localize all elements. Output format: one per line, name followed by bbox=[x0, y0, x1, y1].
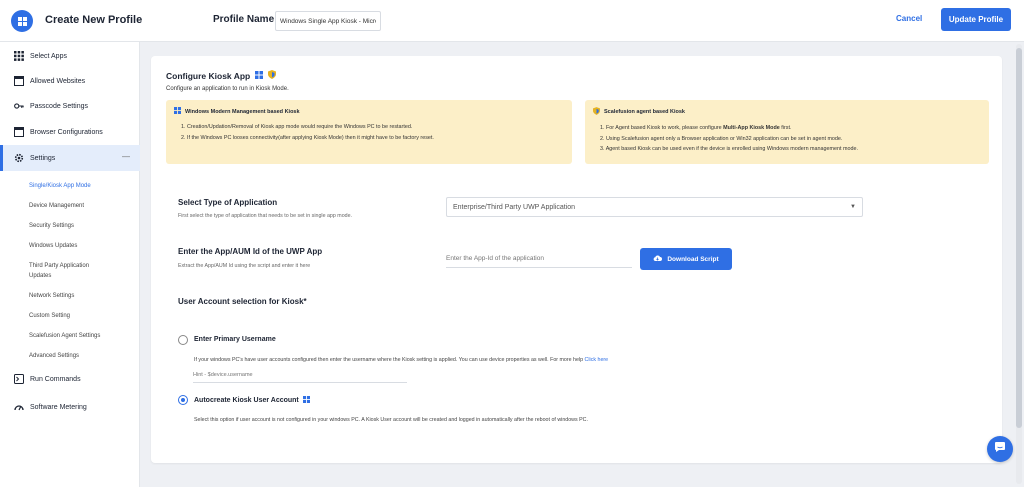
windows-logo-icon bbox=[302, 396, 310, 405]
note-item: 2. If the Windows PC looses connectivity… bbox=[181, 134, 434, 141]
gauge-icon bbox=[14, 402, 24, 412]
sidebar-item-label: Settings bbox=[30, 154, 56, 162]
download-script-button[interactable]: Download Script bbox=[640, 248, 732, 270]
cancel-button[interactable]: Cancel bbox=[896, 14, 922, 23]
note-title: Scalefusion agent based Kiosk bbox=[604, 109, 685, 115]
sidebar-subitem-device-management[interactable]: Device Management bbox=[29, 201, 129, 211]
app-id-input[interactable] bbox=[446, 250, 632, 268]
sidebar-item-label: Browser Configurations bbox=[30, 128, 103, 136]
sidebar-subitem-windows-updates[interactable]: Windows Updates bbox=[29, 241, 129, 251]
primary-username-help: If your windows PC's have user accounts … bbox=[194, 357, 609, 363]
app-id-help: Extract the App/AUM Id using the script … bbox=[178, 263, 311, 269]
sidebar-subitem-custom-setting[interactable]: Custom Setting bbox=[29, 311, 129, 321]
radio-autocreate-account[interactable] bbox=[178, 395, 188, 405]
sidebar-subitem-single-kiosk[interactable]: Single/Kiosk App Mode bbox=[29, 181, 129, 191]
select-type-title: Select Type of Application bbox=[178, 198, 278, 207]
note-item: 1. Creation/Updation/Removal of Kiosk ap… bbox=[181, 124, 413, 130]
note-item: 1. For Agent based Kiosk to work, please… bbox=[600, 125, 792, 131]
browser-window-icon bbox=[14, 127, 24, 137]
sidebar-item-label: Software Metering bbox=[30, 403, 87, 411]
sidebar-item-label: Select Apps bbox=[30, 52, 67, 60]
autocreate-account-help: Select this option if user account is no… bbox=[194, 417, 588, 423]
section-title: Configure Kiosk App bbox=[166, 70, 277, 81]
page-scrollbar[interactable] bbox=[1016, 44, 1022, 484]
note-title: Windows Modern Management based Kiosk bbox=[185, 108, 300, 115]
terminal-icon bbox=[14, 374, 24, 384]
sidebar-item-label: Passcode Settings bbox=[30, 102, 88, 110]
configure-kiosk-card: Configure Kiosk App Configure an applica… bbox=[151, 56, 1002, 463]
sidebar-item-allowed-websites[interactable]: Allowed Websites bbox=[0, 69, 140, 93]
scrollbar-thumb[interactable] bbox=[1016, 48, 1022, 428]
update-profile-button[interactable]: Update Profile bbox=[941, 8, 1011, 31]
primary-username-label: Enter Primary Username bbox=[194, 336, 276, 343]
sidebar-subitem-third-party-updates[interactable]: Third Party Application Updates bbox=[29, 261, 109, 281]
sidebar-item-browser-configurations[interactable]: Browser Configurations bbox=[0, 120, 140, 144]
top-header: Create New Profile Profile Name Cancel U… bbox=[0, 0, 1024, 42]
username-hint-input[interactable] bbox=[193, 367, 407, 383]
sidebar-item-select-apps[interactable]: Select Apps bbox=[0, 44, 140, 68]
scalefusion-shield-icon bbox=[593, 107, 600, 117]
windows-logo-icon bbox=[11, 10, 33, 32]
scalefusion-shield-icon bbox=[268, 70, 277, 81]
sidebar-item-software-metering[interactable]: Software Metering bbox=[0, 395, 140, 419]
select-value: Enterprise/Third Party UWP Application bbox=[453, 203, 576, 211]
user-account-title: User Account selection for Kiosk* bbox=[178, 297, 307, 306]
windows-logo-icon bbox=[174, 107, 181, 116]
app-id-title: Enter the App/AUM Id of the UWP App bbox=[178, 247, 323, 256]
section-subtitle: Configure an application to run in Kiosk… bbox=[166, 86, 289, 92]
key-icon bbox=[14, 101, 24, 111]
gear-icon bbox=[14, 153, 24, 163]
sidebar-subitem-advanced-settings[interactable]: Advanced Settings bbox=[29, 351, 129, 361]
chat-bubble-icon bbox=[994, 440, 1006, 458]
note-item: 3. Agent based Kiosk can be used even if… bbox=[600, 146, 859, 152]
sidebar-item-settings[interactable]: Settings — bbox=[0, 145, 140, 171]
sidebar-subitem-security-settings[interactable]: Security Settings bbox=[29, 221, 129, 231]
grid-icon bbox=[14, 51, 24, 61]
click-here-link[interactable]: Click here bbox=[585, 357, 609, 363]
cloud-download-icon bbox=[653, 254, 663, 264]
sidebar-subitem-network-settings[interactable]: Network Settings bbox=[29, 291, 129, 301]
note-item: 2. Using Scalefusion agent only a Browse… bbox=[600, 135, 843, 142]
radio-primary-username[interactable] bbox=[178, 335, 188, 345]
agent-kiosk-note: Scalefusion agent based Kiosk 1. For Age… bbox=[585, 100, 989, 164]
sidebar: Select Apps Allowed Websites Passcode Se… bbox=[0, 42, 140, 487]
page-title: Create New Profile bbox=[45, 14, 143, 26]
collapse-icon[interactable]: — bbox=[122, 152, 130, 161]
windows-mgmt-note: Windows Modern Management based Kiosk 1.… bbox=[166, 100, 572, 164]
application-type-select[interactable]: Enterprise/Third Party UWP Application ▼ bbox=[446, 197, 863, 217]
select-type-help: First select the type of application tha… bbox=[178, 213, 353, 219]
sidebar-subitem-agent-settings[interactable]: Scalefusion Agent Settings bbox=[29, 331, 129, 341]
sidebar-item-run-commands[interactable]: Run Commands bbox=[0, 367, 140, 391]
sidebar-item-passcode-settings[interactable]: Passcode Settings bbox=[0, 94, 140, 118]
autocreate-account-label: Autocreate Kiosk User Account bbox=[194, 396, 310, 405]
profile-name-label: Profile Name bbox=[213, 14, 275, 25]
chat-support-button[interactable] bbox=[987, 436, 1013, 462]
caret-down-icon: ▼ bbox=[850, 204, 856, 210]
sidebar-item-label: Allowed Websites bbox=[30, 77, 86, 85]
sidebar-item-label: Run Commands bbox=[30, 375, 81, 383]
browser-window-icon bbox=[14, 76, 24, 86]
profile-name-input[interactable] bbox=[275, 11, 381, 31]
windows-logo-icon bbox=[255, 70, 264, 81]
